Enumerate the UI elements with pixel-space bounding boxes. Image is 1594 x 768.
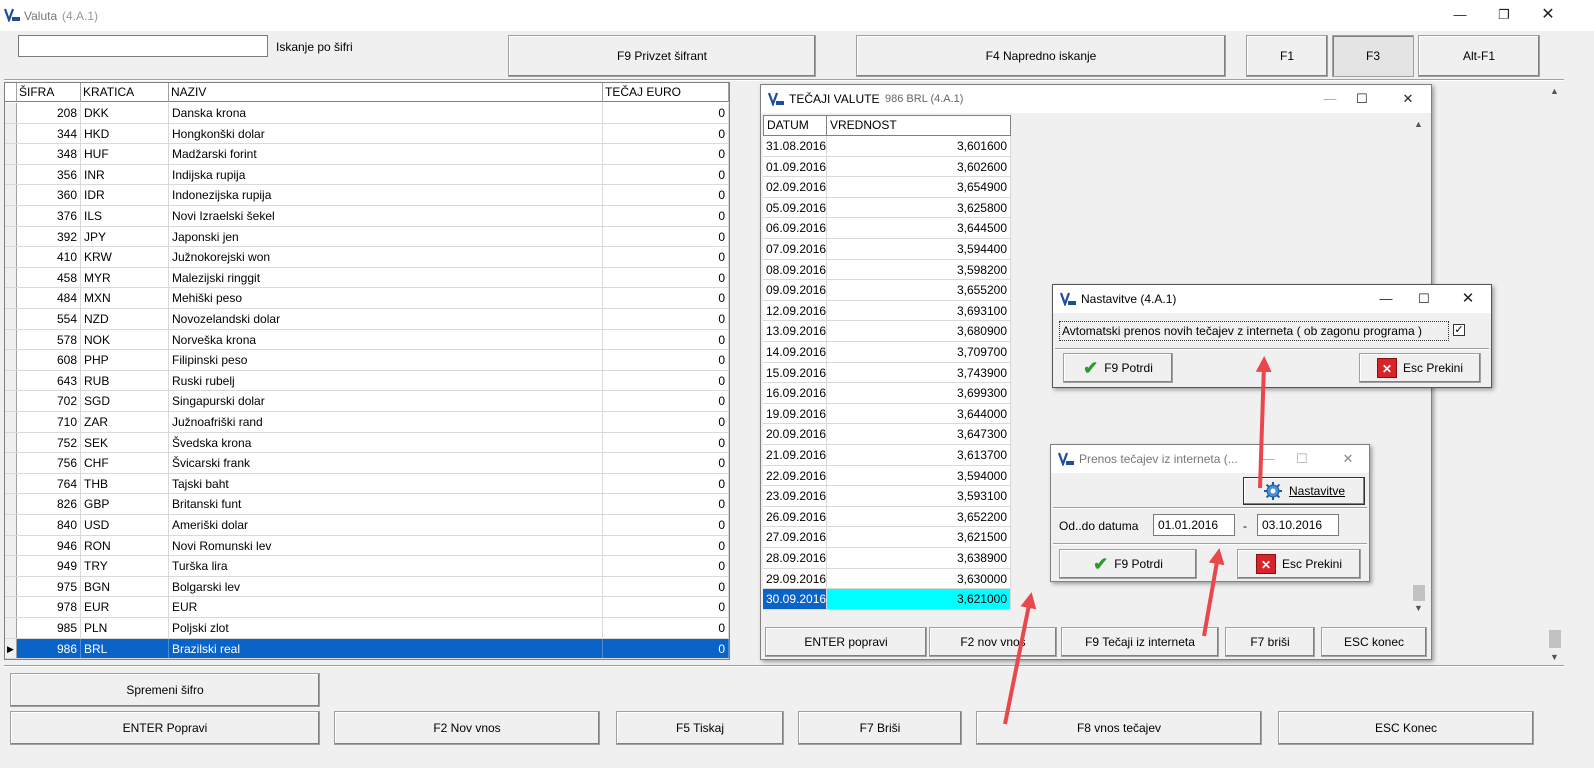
annotation-arrows (1003, 356, 1272, 725)
arrow-to-f9-tecaji (1003, 592, 1037, 725)
arrow-to-prenos-potrdi (1202, 548, 1225, 637)
arrow-to-nastavitve (1255, 356, 1272, 489)
